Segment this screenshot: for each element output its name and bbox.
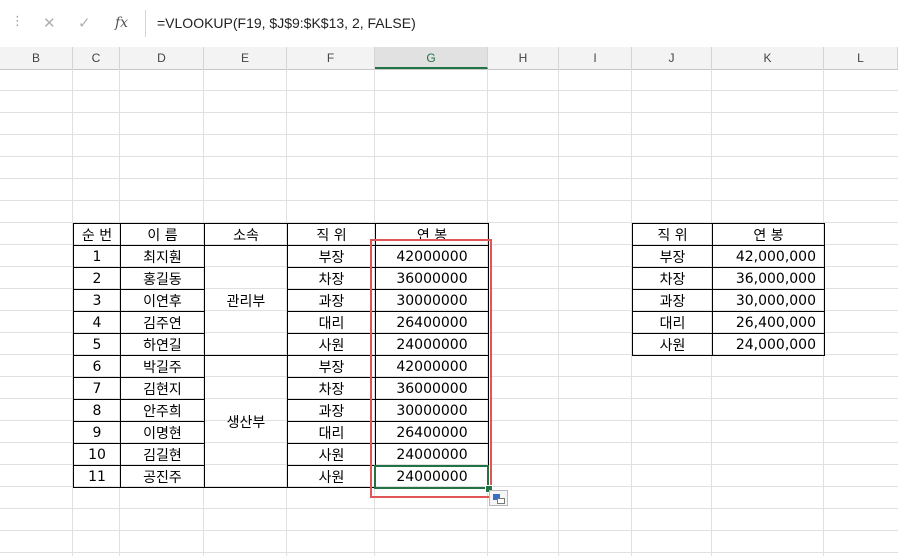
- formula-input[interactable]: =VLOOKUP(F19, $J$9:$K$13, 2, FALSE): [157, 13, 416, 33]
- insert-function-icon[interactable]: fx: [115, 12, 128, 34]
- salary-cell[interactable]: 24000000: [375, 443, 489, 466]
- salary-cell[interactable]: 42000000: [375, 245, 489, 268]
- salary-cell[interactable]: 26400000: [375, 421, 489, 444]
- lookup-position-cell[interactable]: 부장: [632, 245, 713, 268]
- table-header-cell[interactable]: 소속: [204, 223, 288, 246]
- seq-number-cell[interactable]: 9: [73, 421, 121, 444]
- column-header-c[interactable]: C: [73, 47, 120, 69]
- cancel-icon[interactable]: ✕: [43, 12, 56, 34]
- lookup-salary-cell[interactable]: 30,000,000: [712, 289, 825, 312]
- seq-number-cell[interactable]: 6: [73, 355, 121, 378]
- position-cell[interactable]: 사원: [287, 443, 376, 466]
- name-cell[interactable]: 이명현: [120, 421, 205, 444]
- drag-handle-icon[interactable]: ⋮: [11, 14, 24, 30]
- seq-number-cell[interactable]: 10: [73, 443, 121, 466]
- salary-cell[interactable]: 24000000: [375, 333, 489, 356]
- position-cell[interactable]: 차장: [287, 267, 376, 290]
- name-cell[interactable]: 하연길: [120, 333, 205, 356]
- name-cell[interactable]: 김길현: [120, 443, 205, 466]
- position-cell[interactable]: 차장: [287, 377, 376, 400]
- name-cell[interactable]: 이연후: [120, 289, 205, 312]
- lookup-header-cell[interactable]: 연 봉: [712, 223, 825, 246]
- table-header-cell[interactable]: 이 름: [120, 223, 205, 246]
- lookup-position-cell[interactable]: 차장: [632, 267, 713, 290]
- formula-bar-divider: [145, 10, 146, 37]
- lookup-salary-cell[interactable]: 42,000,000: [712, 245, 825, 268]
- position-cell[interactable]: 사원: [287, 333, 376, 356]
- department-cell[interactable]: 관리부: [204, 245, 288, 356]
- lookup-salary-cell[interactable]: 26,400,000: [712, 311, 825, 334]
- name-cell[interactable]: 박길주: [120, 355, 205, 378]
- position-cell[interactable]: 과장: [287, 399, 376, 422]
- seq-number-cell[interactable]: 11: [73, 465, 121, 488]
- lookup-position-cell[interactable]: 대리: [632, 311, 713, 334]
- lookup-salary-cell[interactable]: 36,000,000: [712, 267, 825, 290]
- name-cell[interactable]: 홍길동: [120, 267, 205, 290]
- lookup-position-cell[interactable]: 과장: [632, 289, 713, 312]
- salary-cell[interactable]: 36000000: [375, 267, 489, 290]
- seq-number-cell[interactable]: 5: [73, 333, 121, 356]
- table-header-cell[interactable]: 직 위: [287, 223, 376, 246]
- lookup-position-cell[interactable]: 사원: [632, 333, 713, 356]
- seq-number-cell[interactable]: 7: [73, 377, 121, 400]
- name-cell[interactable]: 공진주: [120, 465, 205, 488]
- salary-cell[interactable]: 30000000: [375, 399, 489, 422]
- enter-icon[interactable]: ✓: [78, 12, 91, 34]
- seq-number-cell[interactable]: 2: [73, 267, 121, 290]
- lookup-salary-cell[interactable]: 24,000,000: [712, 333, 825, 356]
- lookup-header-cell[interactable]: 직 위: [632, 223, 713, 246]
- column-header-k[interactable]: K: [712, 47, 824, 69]
- column-header-j[interactable]: J: [632, 47, 712, 69]
- name-cell[interactable]: 김주연: [120, 311, 205, 334]
- table-header-cell[interactable]: 연 봉: [375, 223, 489, 246]
- formula-tools: ✕ ✓ fx: [31, 10, 141, 36]
- name-cell[interactable]: 김현지: [120, 377, 205, 400]
- name-cell[interactable]: 최지훤: [120, 245, 205, 268]
- column-header-h[interactable]: H: [488, 47, 559, 69]
- column-header-l[interactable]: L: [824, 47, 898, 69]
- paste-options-icon[interactable]: [489, 490, 508, 506]
- salary-cell[interactable]: 30000000: [375, 289, 489, 312]
- position-cell[interactable]: 대리: [287, 421, 376, 444]
- position-cell[interactable]: 부장: [287, 355, 376, 378]
- department-cell[interactable]: 생산부: [204, 355, 288, 488]
- salary-cell[interactable]: 36000000: [375, 377, 489, 400]
- position-cell[interactable]: 사원: [287, 465, 376, 488]
- paste-options-sheet-icon: [497, 498, 505, 504]
- column-header-e[interactable]: E: [204, 47, 287, 69]
- table-header-cell[interactable]: 순 번: [73, 223, 121, 246]
- salary-cell[interactable]: 26400000: [375, 311, 489, 334]
- column-header-g[interactable]: G: [375, 47, 488, 69]
- column-header-bar: BCDEFGHIJKL: [0, 47, 898, 70]
- position-cell[interactable]: 부장: [287, 245, 376, 268]
- seq-number-cell[interactable]: 8: [73, 399, 121, 422]
- seq-number-cell[interactable]: 3: [73, 289, 121, 312]
- seq-number-cell[interactable]: 4: [73, 311, 121, 334]
- salary-cell[interactable]: 42000000: [375, 355, 489, 378]
- seq-number-cell[interactable]: 1: [73, 245, 121, 268]
- column-header-i[interactable]: I: [559, 47, 632, 69]
- formula-bar: ⋮ ✕ ✓ fx =VLOOKUP(F19, $J$9:$K$13, 2, FA…: [0, 0, 898, 48]
- position-cell[interactable]: 과장: [287, 289, 376, 312]
- active-cell-cursor[interactable]: [374, 465, 489, 489]
- column-header-d[interactable]: D: [120, 47, 204, 69]
- position-cell[interactable]: 대리: [287, 311, 376, 334]
- column-header-b[interactable]: B: [0, 47, 73, 69]
- name-cell[interactable]: 안주희: [120, 399, 205, 422]
- column-header-f[interactable]: F: [287, 47, 375, 69]
